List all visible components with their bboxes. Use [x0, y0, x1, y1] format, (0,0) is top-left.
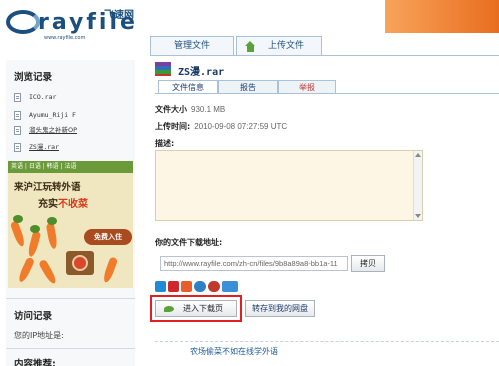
- bottom-divider: [155, 341, 499, 342]
- enter-download-highlight: 进入下载页: [150, 295, 242, 322]
- enter-download-page-button[interactable]: 进入下载页: [155, 300, 237, 317]
- ad-sign-badge: [72, 255, 88, 271]
- ad-tagline-prefix: 充实: [38, 199, 58, 210]
- file-size-value: 930.1 MB: [191, 105, 226, 114]
- leaf-illustration: [13, 215, 23, 223]
- download-url-label: 你的文件下载地址:: [155, 238, 223, 247]
- ad-language-strip: 英语 | 日语 | 韩语 | 法语: [8, 161, 133, 173]
- history-title: 浏览记录: [14, 72, 53, 83]
- ad-headline: 来沪江玩转外语: [14, 182, 81, 193]
- tab-abuse-report[interactable]: 举报: [278, 80, 336, 94]
- douban-icon[interactable]: [194, 281, 206, 292]
- promo-link[interactable]: 农场偷菜不如在线学外语: [190, 346, 278, 357]
- top-tabs-divider: [150, 55, 499, 56]
- tab-upload-files[interactable]: 上传文件: [236, 36, 322, 56]
- history-item-label: 溜头鬼之补新OP: [29, 126, 78, 134]
- logo-url: www.rayfile.com: [44, 35, 86, 41]
- logo-ring-icon: [6, 10, 40, 34]
- file-info-divider: [155, 93, 499, 94]
- description-textarea[interactable]: [155, 150, 423, 221]
- history-item-label: Ayumu_Riji F: [29, 111, 76, 119]
- tab-report[interactable]: 报告: [218, 80, 278, 94]
- upload-time-value: 2010-09-08 07:27:59 UTC: [194, 122, 288, 131]
- renren-icon[interactable]: [168, 281, 179, 292]
- visit-record-title: 访问记录: [14, 311, 53, 322]
- file-size-label: 文件大小: [155, 105, 187, 114]
- qq-icon[interactable]: [155, 281, 166, 292]
- carrot-illustration: [38, 258, 58, 286]
- document-icon: [14, 111, 21, 120]
- file-name-title: ZS漫.rar: [178, 67, 225, 78]
- arrow-icon: [164, 306, 174, 312]
- leaf-illustration: [30, 225, 40, 233]
- logo-chinese-name: 飞速网: [104, 10, 134, 21]
- ad-banner[interactable]: 英语 | 日语 | 韩语 | 法语 来沪江玩转外语 充实不收菜 免费入住: [8, 161, 133, 288]
- ad-free-join-button[interactable]: 免费入住: [84, 229, 132, 245]
- file-size-row: 文件大小 930.1 MB: [155, 104, 225, 115]
- carrot-illustration: [9, 220, 27, 248]
- sidebar-divider: [6, 348, 135, 349]
- rayfile-logo[interactable]: rayfile 飞速网 www.rayfile.com: [4, 4, 154, 41]
- ad-tagline-highlight: 不收菜: [58, 199, 88, 210]
- sidebar-divider: [6, 298, 135, 299]
- download-url-field[interactable]: http://www.rayfile.com/zh-cn/files/9b8a8…: [160, 256, 348, 271]
- sidebar: 浏览记录 ICO.rar Ayumu_Riji F 溜头鬼之补新OP ZS漫.r…: [6, 60, 135, 366]
- description-row: 描述:: [155, 138, 174, 149]
- carrot-illustration: [26, 230, 42, 258]
- file-info-tabs: 文件信息 报告 举报: [155, 80, 499, 94]
- tab-file-info[interactable]: 文件信息: [158, 80, 218, 94]
- tab-manage-files[interactable]: 管理文件: [150, 36, 234, 56]
- ip-address-label: 您的IP地址是:: [14, 331, 64, 340]
- live-icon[interactable]: [222, 281, 238, 292]
- description-label: 描述:: [155, 139, 175, 148]
- kaixin-icon[interactable]: [181, 281, 192, 292]
- tab-upload-label: 上传文件: [267, 41, 304, 51]
- carrot-illustration: [16, 256, 36, 284]
- upload-time-row: 上传时间: 2010-09-08 07:27:59 UTC: [155, 121, 287, 132]
- upload-time-label: 上传时间:: [155, 122, 191, 131]
- save-to-drive-button[interactable]: 转存到我的网盘: [245, 300, 315, 317]
- document-icon: [14, 93, 21, 102]
- sina-icon[interactable]: [208, 281, 220, 292]
- recommend-title: 内容推荐:: [14, 359, 56, 366]
- carrot-illustration: [101, 256, 119, 284]
- copy-button[interactable]: 拷贝: [351, 255, 385, 272]
- rar-archive-icon: [155, 62, 171, 76]
- enter-download-label: 进入下载页: [183, 304, 223, 313]
- document-icon: [14, 126, 21, 135]
- home-icon: [245, 41, 256, 52]
- description-scrollbar[interactable]: [413, 151, 422, 220]
- history-item-label: ZS漫.rar: [29, 143, 59, 151]
- history-item-label: ICO.rar: [29, 93, 57, 101]
- scroll-up-icon[interactable]: [415, 153, 421, 157]
- leaf-illustration: [47, 217, 57, 225]
- header-accent-block: [385, 0, 499, 33]
- top-tabs: 管理文件 上传文件: [150, 36, 499, 56]
- carrot-illustration: [45, 222, 59, 250]
- ad-tagline: 充实不收菜: [38, 195, 88, 210]
- document-icon: [14, 143, 21, 152]
- scroll-down-icon[interactable]: [415, 214, 421, 218]
